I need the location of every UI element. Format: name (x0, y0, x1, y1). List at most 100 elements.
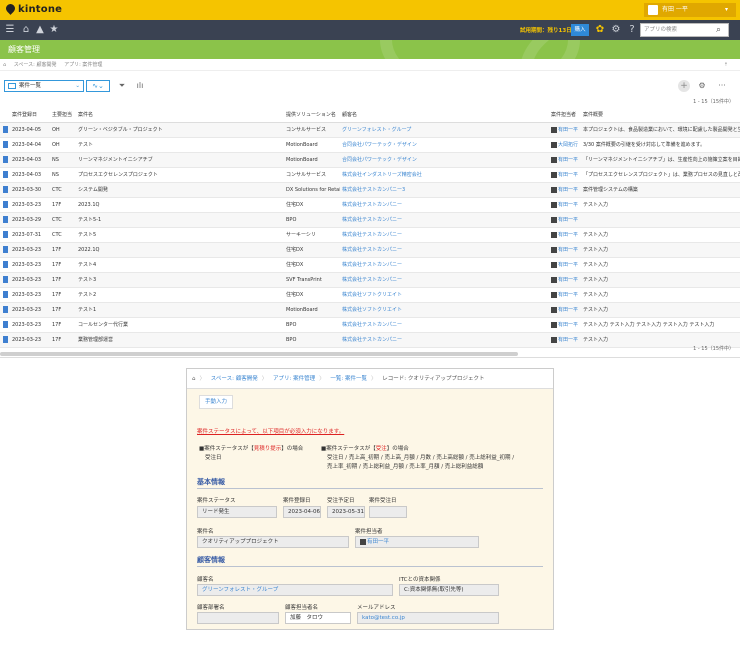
table-row[interactable]: 2023-04-05 OH グリーン・ベジタブル・プロジェクト コンサルサービス グリー… (0, 122, 740, 138)
app-search-input[interactable]: アプリの検索 ⌕ (640, 23, 729, 37)
name-field[interactable]: クオリティアッププロジェクト (197, 536, 349, 548)
table-cell[interactable]: 株式会社インダストリーズ精密会社 (340, 167, 549, 183)
file-icon[interactable] (3, 321, 8, 328)
table-row[interactable]: 2023-03-23 17F テスト3 SVF TransPrint 株式会社テストカン… (0, 272, 740, 288)
record-detail-link[interactable] (0, 182, 10, 198)
search-icon[interactable]: ⌕ (716, 25, 726, 35)
column-header[interactable]: 提供ソリューション名 (284, 108, 340, 123)
table-cell[interactable]: 株式会社テストカンパニー (340, 227, 549, 243)
table-cell[interactable]: 合同会社パワーテック・デザイン (340, 137, 549, 153)
table-cell[interactable]: 有田一平 (549, 122, 581, 138)
customer-name-field[interactable]: グリーンフォレスト・グループ (197, 584, 393, 596)
owner-name[interactable]: 有田一平 (558, 187, 578, 193)
table-cell[interactable]: 合同会社パワーテック・デザイン (340, 152, 549, 168)
table-cell[interactable]: 株式会社テストカンパニー (340, 257, 549, 273)
table-row[interactable]: 2023-03-23 17F コールセンター代行業 BPO 株式会社テストカンパニー 有田… (0, 317, 740, 333)
table-cell[interactable]: 株式会社テストカンパニー (340, 332, 549, 348)
table-cell[interactable]: 有田一平 (549, 212, 581, 228)
file-icon[interactable] (3, 186, 8, 193)
notification-icon[interactable]: ✿ (594, 24, 606, 36)
column-header[interactable]: 顧客名 (340, 108, 549, 123)
table-cell[interactable]: 株式会社ソフトクリエイト (340, 302, 549, 318)
order-plan-field[interactable]: 2023-05-31 (327, 506, 365, 518)
table-cell[interactable]: 有田一平 (549, 242, 581, 258)
table-cell[interactable]: 有田一平 (549, 287, 581, 303)
table-cell[interactable]: 有田一平 (549, 167, 581, 183)
view-select[interactable]: 案件一覧 ⌄ (4, 80, 84, 92)
user-menu[interactable]: 有田 一平 ▾ (644, 3, 736, 17)
owner-name[interactable]: 有田一平 (558, 172, 578, 178)
table-row[interactable]: 2023-03-23 17F 業務管理部運営 BPO 株式会社テストカンパニー 有田一平テ… (0, 332, 740, 348)
gear-icon[interactable]: ⚙ (610, 24, 622, 36)
table-cell[interactable]: 有田一平 (549, 272, 581, 288)
file-icon[interactable] (3, 276, 8, 283)
record-detail-link[interactable] (0, 122, 10, 138)
record-detail-link[interactable] (0, 317, 10, 333)
table-cell[interactable]: 株式会社テストカンパニー (340, 242, 549, 258)
table-cell[interactable]: 有田一平 (549, 197, 581, 213)
bar-chart-icon[interactable]: ılı (134, 80, 146, 92)
table-cell[interactable]: 株式会社テストカンパニー3 (340, 182, 549, 198)
record-detail-link[interactable] (0, 227, 10, 243)
owner-name[interactable]: 有田一平 (558, 322, 578, 328)
file-icon[interactable] (3, 306, 8, 313)
table-row[interactable]: 2023-03-23 17F テスト4 住宅DX 株式会社テストカンパニー 有田一平 テスト… (0, 257, 740, 273)
pin-icon[interactable]: ⇡ (724, 59, 728, 71)
table-row[interactable]: 2023-03-23 17F テスト2 住宅DX 株式会社ソフトクリエイト 有田一平 テスト… (0, 287, 740, 303)
owner-field[interactable]: 有田一平 (355, 536, 479, 548)
table-cell[interactable]: 有田一平 (549, 332, 581, 348)
table-row[interactable]: 2023-04-04 OH テスト MotionBoard 合同会社パワーテック・デザイ… (0, 137, 740, 153)
breadcrumb-app[interactable]: アプリ: 案件管理 (273, 376, 315, 382)
breadcrumb-space[interactable]: スペース: 顧客開発 (14, 62, 57, 68)
file-icon[interactable] (3, 291, 8, 298)
table-cell[interactable]: 株式会社テストカンパニー (340, 197, 549, 213)
star-icon[interactable]: ★ (48, 24, 60, 36)
owner-name[interactable]: 有田一平 (558, 202, 578, 208)
file-icon[interactable] (3, 156, 8, 163)
record-detail-link[interactable] (0, 302, 10, 318)
kintone-logo[interactable]: kintone (4, 2, 62, 15)
more-options-icon[interactable]: ··· (716, 80, 728, 92)
reg-date-field[interactable]: 2023-04-06 (283, 506, 321, 518)
file-icon[interactable] (3, 231, 8, 238)
file-icon[interactable] (3, 171, 8, 178)
record-detail-link[interactable] (0, 212, 10, 228)
owner-name[interactable]: 有田一平 (558, 217, 578, 223)
table-row[interactable]: 2023-03-23 17F 2022.1Q 住宅DX 株式会社テストカンパニー 有田一平… (0, 242, 740, 258)
breadcrumb-space[interactable]: スペース: 顧客開発 (211, 376, 258, 382)
column-header[interactable]: 案件概要 (581, 108, 740, 123)
record-detail-link[interactable] (0, 257, 10, 273)
breadcrumb-view[interactable]: 一覧: 案件一覧 (330, 376, 367, 382)
itc-relation-field[interactable]: C:資本関係無(取引先等) (399, 584, 499, 596)
record-detail-link[interactable] (0, 272, 10, 288)
owner-name[interactable]: 有田一平 (558, 262, 578, 268)
table-cell[interactable]: 株式会社テストカンパニー (340, 317, 549, 333)
table-row[interactable]: 2023-04-03 NS リーンマネジメントイニシアチブ MotionBoard 合同… (0, 152, 740, 168)
file-icon[interactable] (3, 216, 8, 223)
home-icon[interactable]: ⌂ (20, 24, 32, 36)
owner-value[interactable]: 有田一平 (367, 539, 389, 545)
table-cell[interactable]: 有田一平 (549, 257, 581, 273)
column-header[interactable]: 主要担当 (50, 108, 76, 123)
owner-name[interactable]: 大岡拓行 (558, 142, 578, 148)
file-icon[interactable] (3, 246, 8, 253)
file-icon[interactable] (3, 336, 8, 343)
owner-name[interactable]: 有田一平 (558, 277, 578, 283)
table-row[interactable]: 2023-04-03 NS プロセスエクセレンスプロジェクト コンサルサービス 株式会社… (0, 167, 740, 183)
order-date-field[interactable] (369, 506, 407, 518)
add-record-button[interactable]: + (678, 80, 690, 92)
record-detail-link[interactable] (0, 332, 10, 348)
proxy-input-button[interactable]: 手動入力 (199, 395, 233, 409)
column-header[interactable]: 案件名 (76, 108, 284, 123)
table-cell[interactable]: 有田一平 (549, 317, 581, 333)
breadcrumb-app[interactable]: アプリ: 案件管理 (64, 62, 102, 68)
column-header[interactable]: 案件登録日 (10, 108, 50, 123)
help-icon[interactable]: ? (626, 24, 638, 36)
file-icon[interactable] (3, 261, 8, 268)
file-icon[interactable] (3, 141, 8, 148)
file-icon[interactable] (3, 201, 8, 208)
horizontal-scrollbar[interactable] (0, 352, 518, 356)
home-icon[interactable]: ⌂ (3, 62, 6, 68)
record-detail-link[interactable] (0, 152, 10, 168)
record-detail-link[interactable] (0, 242, 10, 258)
